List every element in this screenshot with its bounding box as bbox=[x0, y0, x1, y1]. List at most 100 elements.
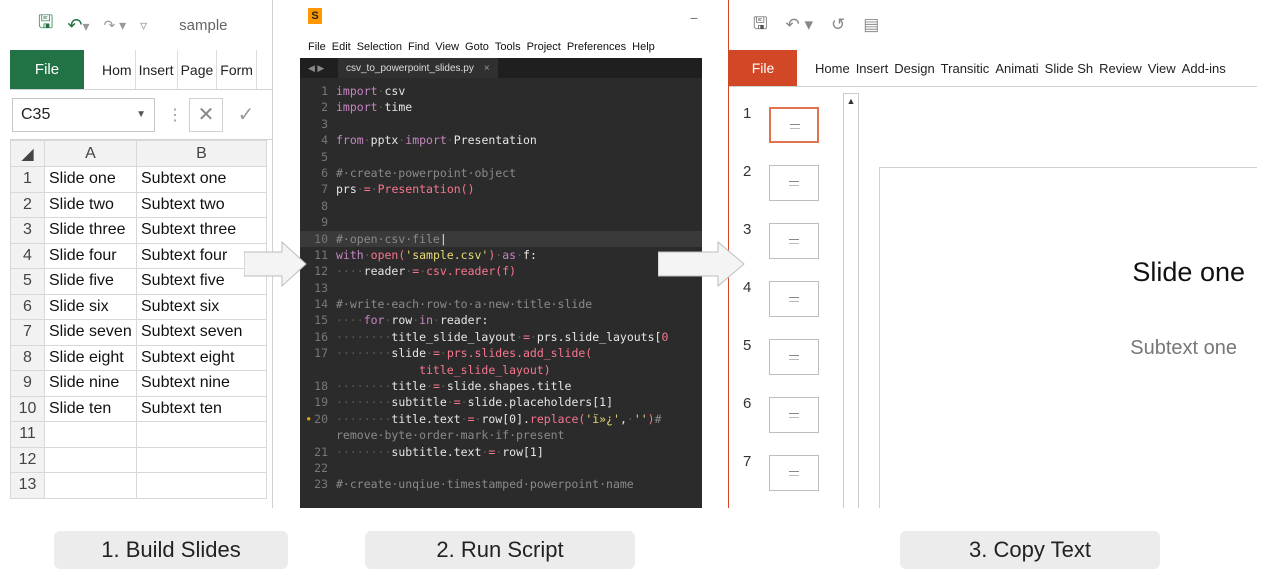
cell-a[interactable] bbox=[44, 446, 137, 473]
row-header[interactable]: 2 bbox=[10, 191, 45, 218]
code-line: 8 bbox=[321, 198, 328, 213]
row-header[interactable]: 5 bbox=[10, 268, 45, 295]
cell-b[interactable]: Subtext seven bbox=[136, 319, 267, 346]
ppt-tab-home[interactable]: Home bbox=[797, 50, 853, 86]
excel-tab-file[interactable]: File bbox=[10, 50, 84, 89]
cell-a[interactable]: Slide three bbox=[44, 217, 137, 244]
cell-b[interactable]: Subtext nine bbox=[136, 370, 267, 397]
cell-a[interactable]: Slide one bbox=[44, 166, 137, 193]
name-box[interactable]: C35 ▼ bbox=[12, 97, 155, 132]
row-header[interactable]: 1 bbox=[10, 166, 45, 193]
scroll-up-icon[interactable]: ▲ bbox=[844, 94, 858, 108]
menu-item-project[interactable]: Project bbox=[527, 41, 561, 53]
chevron-down-icon[interactable]: ▼ bbox=[136, 109, 146, 120]
cell-b[interactable]: Subtext ten bbox=[136, 395, 267, 422]
tab-csv-to-powerpoint[interactable]: csv_to_powerpoint_slides.py × bbox=[338, 58, 498, 78]
row-header[interactable]: 3 bbox=[10, 217, 45, 244]
column-header-b[interactable]: B bbox=[136, 140, 267, 167]
undo-icon[interactable]: ↶ ▾ bbox=[785, 15, 813, 35]
cell-a[interactable]: Slide four bbox=[44, 242, 137, 269]
slide-thumbnail[interactable] bbox=[769, 455, 819, 491]
row-header[interactable]: 7 bbox=[10, 319, 45, 346]
menu-item-tools[interactable]: Tools bbox=[495, 41, 521, 53]
slide-title-text[interactable]: Slide one bbox=[1132, 257, 1245, 288]
start-slideshow-icon[interactable]: ▤ bbox=[863, 15, 879, 35]
ppt-tab-design[interactable]: Design bbox=[891, 50, 937, 86]
ppt-tab-transitic[interactable]: Transitic bbox=[938, 50, 993, 86]
close-icon[interactable]: × bbox=[484, 63, 490, 74]
cell-a[interactable] bbox=[44, 472, 137, 499]
slide-thumbnail-number: 2 bbox=[743, 163, 752, 180]
slide-thumbnail[interactable] bbox=[769, 339, 819, 375]
cell-b[interactable]: Subtext one bbox=[136, 166, 267, 193]
cell-b[interactable]: Subtext eight bbox=[136, 344, 267, 371]
code-line: 9 bbox=[321, 215, 328, 230]
row-header[interactable]: 11 bbox=[10, 421, 45, 448]
row-header[interactable]: 8 bbox=[10, 344, 45, 371]
ppt-tab-insert[interactable]: Insert bbox=[853, 50, 892, 86]
cell-a[interactable]: Slide two bbox=[44, 191, 137, 218]
cancel-icon[interactable]: ✕ bbox=[189, 97, 223, 132]
cell-b[interactable]: Subtext two bbox=[136, 191, 267, 218]
row-header[interactable]: 10 bbox=[10, 395, 45, 422]
slide-thumbnail[interactable] bbox=[769, 397, 819, 433]
save-icon[interactable]: 🖫 bbox=[38, 10, 53, 40]
cell-a[interactable] bbox=[44, 421, 137, 448]
slide-thumbnail[interactable] bbox=[769, 107, 819, 143]
ppt-tab-file[interactable]: File bbox=[729, 50, 797, 86]
code-line: 19 ········subtitle·=·slide.placeholders[… bbox=[314, 395, 613, 410]
code-line: 10 #·open·csv·file| bbox=[300, 230, 702, 247]
row-header[interactable]: 13 bbox=[10, 472, 45, 499]
cell-b[interactable] bbox=[136, 421, 267, 448]
cell-a[interactable]: Slide ten bbox=[44, 395, 137, 422]
slide-thumbnail[interactable] bbox=[769, 165, 819, 201]
ppt-tab-review[interactable]: Review bbox=[1096, 50, 1145, 86]
excel-tab-home[interactable]: Hom bbox=[84, 50, 136, 89]
row-header[interactable]: 6 bbox=[10, 293, 45, 320]
ppt-tab-slide-sh[interactable]: Slide Sh bbox=[1042, 50, 1096, 86]
menu-item-edit[interactable]: Edit bbox=[332, 41, 351, 53]
menu-item-goto[interactable]: Goto bbox=[465, 41, 489, 53]
excel-tab-insert[interactable]: Insert bbox=[136, 50, 178, 89]
ppt-tab-view[interactable]: View bbox=[1145, 50, 1179, 86]
cell-b[interactable] bbox=[136, 446, 267, 473]
row-header[interactable]: 9 bbox=[10, 370, 45, 397]
cell-b[interactable]: Subtext six bbox=[136, 293, 267, 320]
tab-nav-arrows-icon[interactable]: ◀ ▶ bbox=[300, 63, 338, 74]
row-header[interactable]: 4 bbox=[10, 242, 45, 269]
select-all-corner[interactable]: ◢ bbox=[10, 140, 45, 167]
cell-b[interactable] bbox=[136, 472, 267, 499]
slide-thumbnail[interactable] bbox=[769, 281, 819, 317]
menu-item-find[interactable]: Find bbox=[408, 41, 429, 53]
slide-thumbnail-number: 6 bbox=[743, 395, 752, 412]
column-header-a[interactable]: A bbox=[44, 140, 137, 167]
arrow-right-icon bbox=[244, 240, 307, 288]
slide-subtitle-text[interactable]: Subtext one bbox=[1130, 337, 1237, 360]
menu-item-view[interactable]: View bbox=[435, 41, 459, 53]
row-header[interactable]: 12 bbox=[10, 446, 45, 473]
cell-a[interactable]: Slide six bbox=[44, 293, 137, 320]
thumbnail-scrollbar[interactable]: ▲ bbox=[843, 93, 859, 508]
excel-tab-formulas[interactable]: Form bbox=[217, 50, 257, 89]
slide-thumbnail-number: 1 bbox=[743, 105, 752, 122]
menu-item-selection[interactable]: Selection bbox=[357, 41, 402, 53]
ppt-tab-add-ins[interactable]: Add-ins bbox=[1179, 50, 1229, 86]
redo-icon[interactable]: ↷ ▾ bbox=[103, 17, 126, 34]
repeat-icon[interactable]: ↺ bbox=[831, 15, 845, 35]
slide-thumbnail[interactable] bbox=[769, 223, 819, 259]
excel-tab-page[interactable]: Page bbox=[178, 50, 218, 89]
menu-item-help[interactable]: Help bbox=[632, 41, 655, 53]
ppt-tab-animati[interactable]: Animati bbox=[992, 50, 1041, 86]
save-icon[interactable]: 🖫 bbox=[753, 11, 767, 40]
cell-a[interactable]: Slide nine bbox=[44, 370, 137, 397]
cell-a[interactable]: Slide seven bbox=[44, 319, 137, 346]
enter-check-icon[interactable]: ✓ bbox=[229, 98, 263, 132]
cell-a[interactable]: Slide eight bbox=[44, 344, 137, 371]
minimize-icon[interactable]: − bbox=[690, 10, 698, 26]
cell-a[interactable]: Slide five bbox=[44, 268, 137, 295]
customize-qat-icon[interactable]: ▿ bbox=[140, 17, 147, 34]
menu-item-file[interactable]: File bbox=[308, 41, 326, 53]
code-editor[interactable]: 1 import·csv 2 import·time 3 4 from·pptx·im… bbox=[300, 78, 702, 493]
menu-item-preferences[interactable]: Preferences bbox=[567, 41, 626, 53]
undo-icon[interactable]: ↶▾ bbox=[67, 15, 89, 36]
